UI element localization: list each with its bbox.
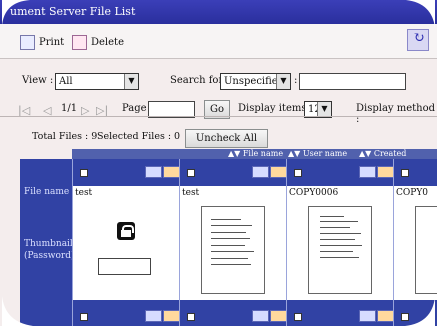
document-thumbnail[interactable] [415, 206, 437, 294]
sort-created[interactable]: ▲▼ Created [359, 149, 406, 159]
page-count: 1/1 [61, 103, 78, 114]
print-button[interactable]: Print [20, 33, 64, 51]
file-name: test [180, 186, 287, 202]
total-files: Total Files : 9 [32, 131, 98, 142]
section-divider [0, 116, 437, 117]
file-name: test [73, 186, 180, 202]
search-for-select[interactable]: Unspecified ▼ [220, 73, 291, 90]
file-checkbox[interactable] [294, 169, 302, 177]
sort-file-name[interactable]: ▲▼ File name [228, 149, 283, 159]
file-card[interactable]: test [72, 159, 180, 326]
thumbnail-area [73, 202, 180, 300]
password-input[interactable] [98, 258, 151, 275]
file-summary: Total Files : 9 Selected Files : 0 Unche… [0, 120, 437, 148]
sort-header-strip: ▲▼ File name ▲▼ User name ▲▼ Created [72, 149, 437, 159]
row-label-file-name: File name [24, 187, 70, 197]
thumbnail-area [287, 202, 394, 300]
copy-icon [145, 166, 162, 178]
document-icon [270, 310, 287, 322]
refresh-icon: ↻ [413, 30, 425, 46]
delete-icon [72, 34, 87, 50]
scan-icon [359, 310, 376, 322]
delete-button[interactable]: Delete [72, 33, 124, 51]
view-select-value: All [59, 76, 73, 87]
search-input[interactable] [299, 73, 406, 90]
search-colon-label: : [294, 75, 298, 86]
file-checkbox[interactable] [80, 313, 88, 321]
file-card[interactable]: test [179, 159, 287, 326]
selected-files: Selected Files : 0 [97, 131, 181, 142]
row-label-password: (Password) [24, 251, 75, 261]
file-card[interactable]: COPY0006 [286, 159, 394, 326]
file-list-window: ument Server File List Print Delete ↻ Vi… [0, 0, 437, 326]
lock-icon [117, 222, 135, 240]
file-grid: File name Thumbnails (Password) test tes… [20, 159, 437, 326]
delete-label: Delete [91, 36, 124, 48]
thumbnail-area [394, 202, 437, 300]
document-icon [377, 310, 394, 322]
document-icon [163, 310, 180, 322]
file-card-partial[interactable]: COPY0 [393, 159, 437, 326]
thumbnail-area [180, 202, 287, 300]
document-icon [377, 166, 394, 178]
file-checkbox[interactable] [187, 313, 195, 321]
refresh-button[interactable]: ↻ [407, 29, 429, 51]
pager-row: |◁ ◁ 1/1 ▷ ▷| Page : Go Display items : … [0, 99, 437, 125]
file-name: COPY0006 [287, 186, 394, 202]
display-items-label: Display items : [238, 103, 314, 114]
window-title: ument Server File List [10, 5, 136, 18]
row-label-thumbnails: Thumbnails [24, 239, 78, 249]
file-name: COPY0 [394, 186, 437, 202]
file-checkbox[interactable] [80, 169, 88, 177]
toolbar: Print Delete ↻ [0, 24, 437, 59]
chevron-down-icon: ▼ [124, 74, 138, 89]
filter-row: View : All ▼ Search for : Unspecified ▼ … [0, 71, 437, 93]
copy-icon [252, 166, 269, 178]
document-thumbnail[interactable] [308, 206, 372, 294]
document-icon [163, 166, 180, 178]
document-thumbnail[interactable] [201, 206, 265, 294]
copy-icon [359, 166, 376, 178]
file-checkbox[interactable] [401, 313, 409, 321]
document-icon [270, 166, 287, 178]
file-checkbox[interactable] [294, 313, 302, 321]
file-checkbox[interactable] [401, 169, 409, 177]
view-label: View : [22, 75, 54, 86]
file-checkbox[interactable] [187, 169, 195, 177]
uncheck-all-button[interactable]: Uncheck All [185, 129, 268, 148]
print-label: Print [39, 36, 65, 48]
chevron-down-icon: ▼ [276, 74, 290, 89]
view-select[interactable]: All ▼ [55, 73, 139, 90]
scan-icon [252, 310, 269, 322]
print-icon [20, 34, 35, 50]
window-titlebar: ument Server File List [0, 0, 437, 24]
scan-icon [145, 310, 162, 322]
sort-user-name[interactable]: ▲▼ User name [288, 149, 347, 159]
chevron-down-icon: ▼ [317, 102, 331, 117]
